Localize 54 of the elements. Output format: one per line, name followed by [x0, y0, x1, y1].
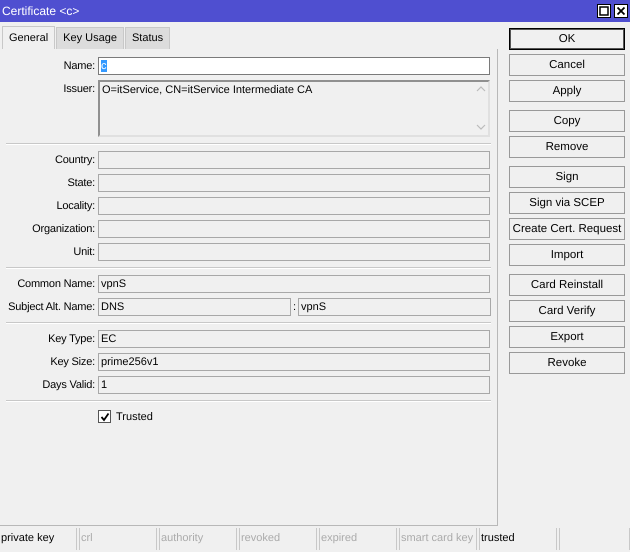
close-icon[interactable]: [614, 4, 628, 18]
dialog-button[interactable]: Sign via SCEP: [509, 192, 625, 214]
field-label: Key Size:: [49, 355, 96, 370]
field-label: Days Valid:: [41, 378, 96, 393]
tab[interactable]: General: [2, 26, 56, 49]
dialog-button[interactable]: Apply: [509, 80, 625, 102]
dialog-button[interactable]: Copy: [509, 110, 625, 132]
dialog-button[interactable]: Remove: [509, 136, 625, 158]
dialog-button[interactable]: OK: [509, 28, 625, 50]
input-field[interactable]: DNS: [98, 298, 291, 316]
field-label: Organization:: [31, 222, 96, 237]
dialog-button[interactable]: Card Verify: [509, 300, 625, 322]
input-field[interactable]: O=itService, CN=itService Intermediate CA: [98, 80, 490, 137]
status-flag: trusted: [479, 528, 557, 550]
field-label: Country:: [54, 153, 96, 168]
input-field[interactable]: [98, 174, 490, 192]
window-title: Certificate <c>: [2, 4, 80, 18]
dialog-button[interactable]: Import: [509, 244, 625, 266]
input-field[interactable]: [98, 220, 490, 238]
status-flag: smart card key: [399, 528, 477, 550]
input-field[interactable]: 1: [98, 376, 490, 394]
separator-text: :: [292, 300, 298, 315]
status-flag: private key: [0, 528, 77, 550]
dialog-button[interactable]: Create Cert. Request: [509, 218, 625, 240]
checkbox[interactable]: [98, 410, 111, 423]
dialog-button[interactable]: Export: [509, 326, 625, 348]
field-label: Key Type:: [47, 332, 96, 347]
checkbox-label: Trusted: [116, 410, 153, 422]
maximize-icon[interactable]: [597, 4, 611, 18]
field-label: Name:: [62, 59, 96, 74]
status-flag: revoked: [239, 528, 317, 550]
dialog-button[interactable]: Sign: [509, 166, 625, 188]
tab[interactable]: Status: [124, 27, 170, 49]
dialog-button[interactable]: Revoke: [509, 352, 625, 374]
dialog-button[interactable]: Card Reinstall: [509, 274, 625, 296]
input-field[interactable]: [98, 197, 490, 215]
field-label: Issuer:: [62, 82, 96, 97]
input-field[interactable]: prime256v1: [98, 353, 490, 371]
status-flag: authority: [159, 528, 237, 550]
status-flag: crl: [79, 528, 157, 550]
field-label: Subject Alt. Name:: [7, 300, 96, 315]
input-field[interactable]: [98, 243, 490, 261]
status-cell: [559, 528, 630, 550]
tab[interactable]: Key Usage: [56, 27, 124, 49]
field-label: Locality:: [55, 199, 96, 214]
input-field[interactable]: vpnS: [298, 298, 491, 316]
input-field[interactable]: EC: [98, 330, 490, 348]
input-field[interactable]: vpnS: [98, 275, 490, 293]
field-label: Unit:: [72, 245, 96, 260]
input-field[interactable]: [98, 151, 490, 169]
field-label: State:: [66, 176, 96, 191]
dialog-button[interactable]: Cancel: [509, 54, 625, 76]
field-label: Common Name:: [16, 277, 96, 292]
status-flag: expired: [319, 528, 397, 550]
